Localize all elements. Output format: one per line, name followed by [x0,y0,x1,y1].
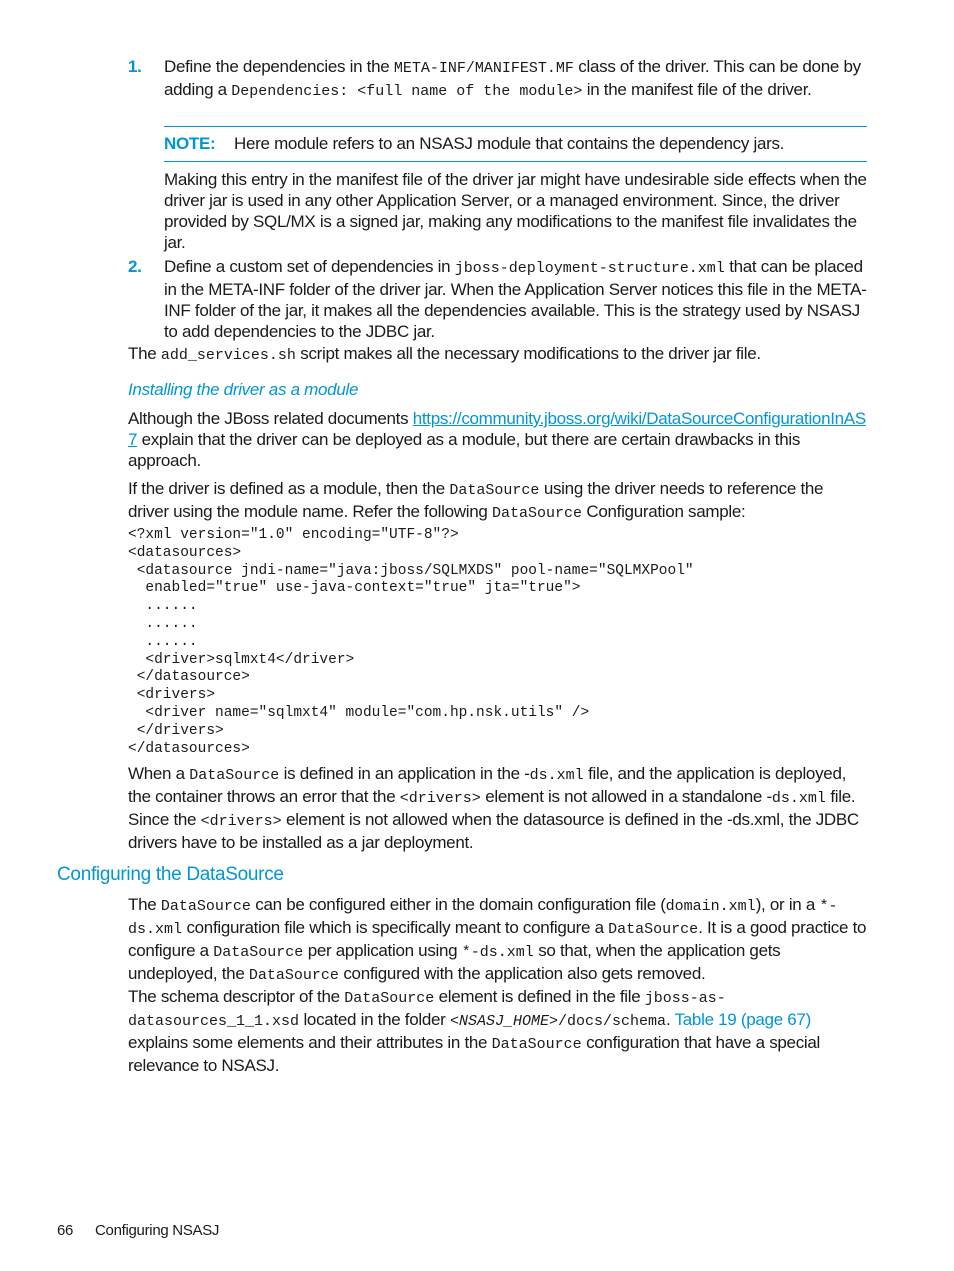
code: ds.xml [771,790,826,807]
code: <drivers> [200,813,282,830]
code-filename: jboss-deployment-structure.xml [454,260,725,277]
note-label: NOTE: [164,134,216,153]
list-item-step-2: 2. Define a custom set of dependencies i… [128,256,868,342]
text: Define a custom set of dependencies in [164,257,455,276]
ds-xml-paragraph: When a DataSource is defined in an appli… [128,763,868,853]
step-number: 1. [128,57,142,76]
text: ), or in a [755,895,820,914]
list-item-step-1: 1. Define the dependencies in the META-I… [128,56,868,102]
text: The [128,344,161,363]
code: ds.xml [529,767,584,784]
table-xref-link[interactable]: Table 19 (page 67) [675,1010,812,1029]
text: explain that the driver can be deployed … [128,430,801,470]
code-schema-path: <NSASJ_HOME>/docs/schema [450,1013,666,1030]
text: >/docs/schema [549,1013,667,1030]
text: The [128,895,161,914]
code: DataSource [248,967,339,984]
config-paragraph: The DataSource can be configured either … [128,894,868,986]
text: in the manifest file of the driver. [582,80,812,99]
code-script-name: add_services.sh [160,347,296,364]
text: is defined in an application in the - [279,764,530,783]
text: When a [128,764,190,783]
text: . [666,1010,675,1029]
code: DataSource [608,921,699,938]
text: located in the folder [299,1010,450,1029]
chapter-title: Configuring NSASJ [95,1222,220,1239]
text: per application using [303,941,462,960]
code: DataSource [344,990,435,1007]
text: explains some elements and their attribu… [128,1033,492,1052]
note-text: Here module refers to an NSASJ module th… [234,134,785,153]
code: DataSource [491,1036,582,1053]
schema-paragraph: The schema descriptor of the DataSource … [128,986,868,1076]
step-text: Define the dependencies in the META-INF/… [164,56,868,102]
code-dependencies: Dependencies: <full name of the module> [231,83,583,100]
code: DataSource [449,482,540,499]
text: NSASJ_HOME [458,1013,549,1030]
page-number: 66 [57,1222,74,1239]
code-manifest-path: META-INF/MANIFEST.MF [393,60,574,77]
code: DataSource [213,944,304,961]
text: If the driver is defined as a module, th… [128,479,450,498]
code: DataSource [160,898,251,915]
step-1-followup: Making this entry in the manifest file o… [164,170,867,252]
step-text: Define a custom set of dependencies in j… [164,256,868,342]
code-sample: <?xml version="1.0" encoding="UTF-8"?> <… [128,527,694,757]
text: < [449,1013,459,1030]
text: configuration file which is specifically… [182,918,609,937]
code: domain.xml [665,898,756,915]
text: Define the dependencies in the [164,57,394,76]
code: <drivers> [399,790,481,807]
module-paragraph: If the driver is defined as a module, th… [128,478,868,524]
text: configured with the application also get… [338,964,706,983]
text: can be configured either in the domain c… [250,895,666,914]
text: Configuration sample: [581,502,746,521]
jboss-paragraph: Although the JBoss related documents htt… [128,408,868,471]
text: element is defined in the file [434,987,645,1006]
text: Although the JBoss related documents [128,409,413,428]
code: DataSource [491,505,582,522]
step-number: 2. [128,257,142,276]
code: DataSource [189,767,280,784]
text: script makes all the necessary modificat… [295,344,761,363]
section-heading: Configuring the DataSource [57,864,284,885]
page-footer: 66 Configuring NSASJ [57,1222,219,1239]
code: *-ds.xml [461,944,534,961]
note-box: NOTE: Here module refers to an NSASJ modu… [164,126,867,162]
subheading: Installing the driver as a module [128,380,359,399]
add-services-paragraph: The add_services.sh script makes all the… [128,343,868,366]
text: element is not allowed in a standalone - [480,787,772,806]
text: The schema descriptor of the [128,987,345,1006]
